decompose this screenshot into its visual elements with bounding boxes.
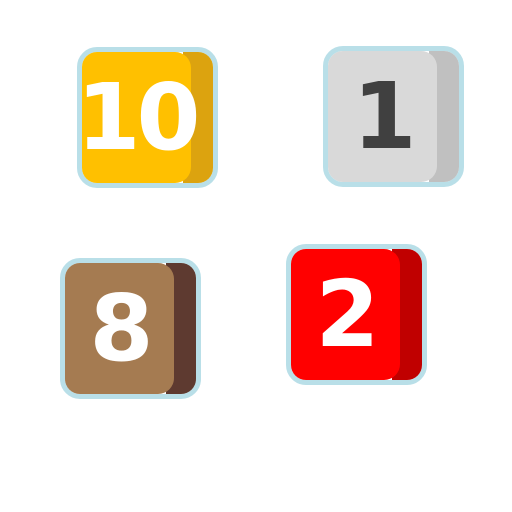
tile-number: 10	[77, 64, 201, 171]
tile-number: 8	[89, 275, 153, 382]
tile-1[interactable]: 1	[323, 46, 464, 187]
tile-2[interactable]: 2	[286, 244, 427, 385]
tile-8[interactable]: 8	[60, 258, 201, 399]
tile-10[interactable]: 10	[77, 47, 218, 188]
tile-number: 2	[315, 261, 379, 368]
tile-number: 1	[352, 63, 416, 170]
